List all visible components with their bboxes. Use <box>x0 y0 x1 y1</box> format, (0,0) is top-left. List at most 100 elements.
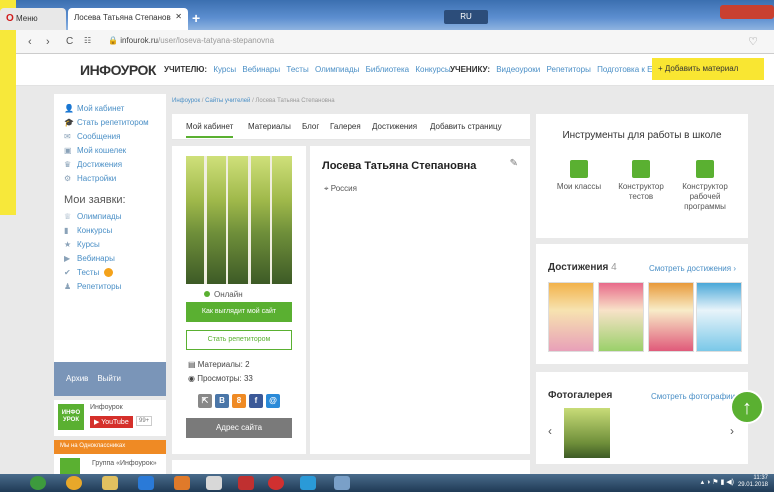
sidebar-item-tests[interactable]: ✔ Тесты <box>54 266 166 280</box>
nav-link[interactable]: Вебинары <box>242 65 280 74</box>
trophy-icon: ♛ <box>64 160 72 169</box>
my-requests-title: Мои заявки: <box>64 194 126 206</box>
skype-icon[interactable] <box>300 476 316 490</box>
youtube-button[interactable]: ▶ YouTube <box>90 416 133 428</box>
odnoklassniki-bar[interactable]: Мы на Одноклассниках <box>54 440 166 454</box>
browser-tab-active[interactable]: Лосева Татьяна Степанов ✕ <box>68 8 188 30</box>
sidebar-item-label: Настройки <box>77 174 117 183</box>
sidebar-item-settings[interactable]: ⚙ Настройки <box>54 172 166 186</box>
ok-group-name[interactable]: Группа «Инфоурок» <box>92 460 157 467</box>
certificate-thumbnail[interactable] <box>696 282 742 352</box>
edit-pencil-icon[interactable]: ✎ <box>510 158 518 169</box>
sidebar-item-olympiads[interactable]: ♕ Олимпиады <box>54 210 166 224</box>
scroll-up-button[interactable]: ↑ <box>730 390 764 424</box>
become-tutor-button[interactable]: Стать репетитором <box>186 330 292 350</box>
add-material-button[interactable]: + Добавить материал <box>652 58 764 80</box>
odnoklassniki-icon[interactable]: 8 <box>232 394 246 408</box>
nav-link[interactable]: Видеоуроки <box>496 65 540 74</box>
speed-dial-icon[interactable]: ☷ <box>84 36 91 45</box>
bars-icon: ▮ <box>64 226 69 235</box>
gallery-photo[interactable] <box>564 408 610 458</box>
tab-materials[interactable]: Материалы <box>248 122 291 131</box>
tab-gallery[interactable]: Галерея <box>330 122 361 131</box>
sidebar-item-webinars[interactable]: ▶ Вебинары <box>54 252 166 266</box>
url-field[interactable]: 🔒 infourok.ru/user/loseva-tatyana-stepan… <box>108 36 274 45</box>
opera-taskbar-icon[interactable] <box>268 476 284 490</box>
eye-icon: ◉ <box>188 374 195 383</box>
site-logo[interactable]: ИНФОУРОК <box>80 62 156 78</box>
clock[interactable]: 11:37 29.01.2018 <box>738 475 768 489</box>
sidebar-item-tutors[interactable]: ♟ Репетиторы <box>54 280 166 294</box>
sidebar-item-tutor[interactable]: 🎓 Стать репетитором <box>54 116 166 130</box>
sidebar-item-label: Курсы <box>77 240 100 249</box>
breadcrumb-home[interactable]: Инфоурок <box>172 98 200 104</box>
hat-icon: 🎓 <box>64 118 74 127</box>
window-controls[interactable] <box>720 5 774 19</box>
start-icon[interactable] <box>30 476 46 490</box>
sidebar-item-wallet[interactable]: ▣ Мой кошелек <box>54 144 166 158</box>
sidebar-item-contests[interactable]: ▮ Конкурсы <box>54 224 166 238</box>
sidebar-item-messages[interactable]: ✉ Сообщения <box>54 130 166 144</box>
tab-add-page[interactable]: Добавить страницу <box>430 122 502 131</box>
sidebar-item-label: Достижения <box>77 160 123 169</box>
media-icon[interactable] <box>174 476 190 490</box>
system-tray[interactable]: ▴ ◑ ⚑ ▮ ◀) <box>701 478 734 486</box>
paint-icon[interactable] <box>334 476 350 490</box>
location-icon: ⌖ <box>324 184 329 193</box>
nav-link[interactable]: Тесты <box>286 65 308 74</box>
language-label: RU <box>460 12 472 21</box>
share-icon[interactable]: ⇱ <box>198 394 212 408</box>
tab-blog[interactable]: Блог <box>302 122 319 131</box>
yellow-side-strip <box>0 0 16 215</box>
sidebar-item-achievements[interactable]: ♛ Достижения <box>54 158 166 172</box>
view-achievements-link[interactable]: Смотреть достижения › <box>649 264 736 273</box>
forward-icon[interactable]: › <box>46 36 50 48</box>
back-icon[interactable]: ‹ <box>28 36 32 48</box>
sidebar-item-courses[interactable]: ★ Курсы <box>54 238 166 252</box>
explorer-icon[interactable] <box>102 476 118 490</box>
chrome-icon[interactable] <box>66 476 82 490</box>
mail-icon[interactable]: @ <box>266 394 280 408</box>
achievements-card: Достижения 4 Смотреть достижения › <box>536 244 748 364</box>
opera-menu-tab[interactable]: O Меню <box>0 8 66 30</box>
certificate-thumbnail[interactable] <box>598 282 644 352</box>
certificate-thumbnail[interactable] <box>648 282 694 352</box>
heart-icon[interactable]: ♡ <box>748 35 758 48</box>
certificate-thumbnail[interactable] <box>548 282 594 352</box>
tab-achievements[interactable]: Достижения <box>372 122 417 131</box>
view-photos-link[interactable]: Смотреть фотографии › <box>651 392 740 401</box>
yandex-icon[interactable] <box>238 476 254 490</box>
nav-link[interactable]: Конкурсы <box>415 65 450 74</box>
infourok-logo[interactable]: ИНФО УРОК <box>58 404 84 430</box>
view-site-button[interactable]: Как выглядит мой сайт <box>186 302 292 322</box>
url-path: /user/loseva-tatyana-stepanovna <box>158 36 275 45</box>
site-address-button[interactable]: Адрес сайта <box>186 418 292 438</box>
tab-my-cabinet[interactable]: Мой кабинет <box>186 122 234 138</box>
profile-photo[interactable] <box>186 156 292 284</box>
new-tab-icon[interactable]: + <box>192 10 200 26</box>
plus-icon: + <box>658 64 663 73</box>
school-tools-card: Инструменты для работы в школе Мои класс… <box>536 114 748 238</box>
nav-link[interactable]: Библиотека <box>366 65 410 74</box>
tool-my-classes[interactable]: Мои классы <box>546 160 612 192</box>
nav-link[interactable]: Курсы <box>213 65 236 74</box>
language-indicator[interactable]: RU <box>444 10 488 24</box>
logout-link[interactable]: Выйти <box>97 374 121 383</box>
sidebar-item-cabinet[interactable]: 👤 Мой кабинет <box>54 102 166 116</box>
close-icon[interactable]: ✕ <box>175 12 182 21</box>
facebook-icon[interactable]: f <box>249 394 263 408</box>
archive-link[interactable]: Архив <box>66 374 88 383</box>
online-status: Онлайн <box>204 290 243 299</box>
nav-link[interactable]: Олимпиады <box>315 65 359 74</box>
chevron-left-icon[interactable]: ‹ <box>548 424 552 438</box>
ie-icon[interactable] <box>138 476 154 490</box>
tool-program-builder[interactable]: Конструктор рабочей программы <box>672 160 738 212</box>
breadcrumb-sites[interactable]: Сайты учителей <box>205 98 250 104</box>
vk-icon[interactable]: B <box>215 394 229 408</box>
app-icon[interactable] <box>206 476 222 490</box>
reload-icon[interactable]: C <box>66 36 73 47</box>
chevron-right-icon[interactable]: › <box>730 424 734 438</box>
tool-test-builder[interactable]: Конструктор тестов <box>608 160 674 202</box>
student-nav: УЧЕНИКУ: Видеоуроки Репетиторы Подготовк… <box>450 65 663 74</box>
nav-link[interactable]: Репетиторы <box>547 65 591 74</box>
